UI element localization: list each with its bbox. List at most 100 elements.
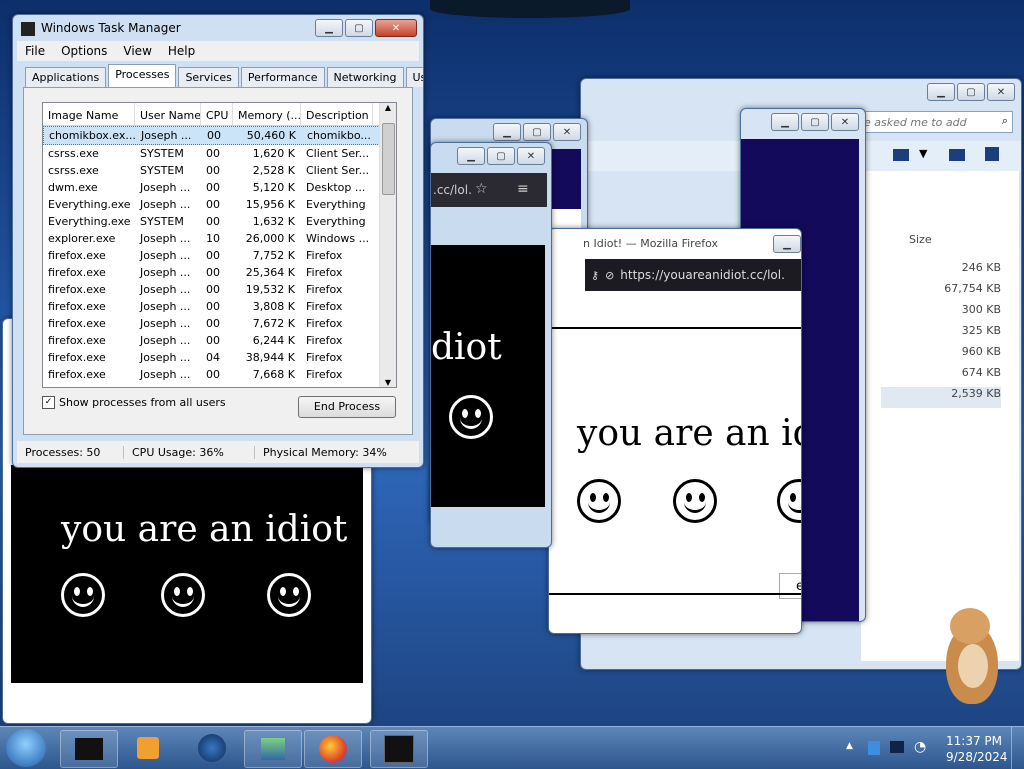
close-button[interactable]: ✕ [517,147,545,165]
taskbar-item-app[interactable] [60,730,118,768]
process-list[interactable]: Image Name User Name CPU Memory (... Des… [42,102,397,388]
minimize-button[interactable]: ▁ [773,235,801,253]
taskbar-item-firefox[interactable] [304,730,362,768]
tray-bluetooth-icon[interactable] [868,741,880,755]
task-manager-window[interactable]: Windows Task Manager ▁ ▢ ✕ File Options … [12,14,424,468]
explorer-search-box[interactable]: ⌕ [851,111,1013,133]
size-column-header[interactable]: Size [909,233,932,246]
close-button[interactable]: ✕ [553,123,581,141]
tab-applications[interactable]: Applications [25,67,107,87]
menu-help[interactable]: Help [168,44,195,58]
scroll-down-arrow[interactable]: ▼ [380,378,396,387]
minimize-button[interactable]: ▁ [927,83,955,101]
scroll-up-arrow[interactable]: ▲ [380,103,396,112]
close-button[interactable]: ✕ [987,83,1015,101]
url-text[interactable]: https://youareanidiot.cc/lol. [620,268,785,282]
table-row[interactable]: csrss.exe SYSTEM 00 2,528 K Client Ser... [43,162,396,179]
show-desktop-button[interactable] [1011,727,1024,769]
table-row[interactable]: firefox.exe Joseph ... 00 7,752 K Firefox [43,247,396,264]
chevron-down-icon[interactable]: ▼ [919,147,927,160]
table-row[interactable]: Everything.exe Joseph ... 00 15,956 K Everyt… [43,196,396,213]
taskbar-item-globe[interactable] [184,730,240,766]
maximize-button[interactable]: ▢ [957,83,985,101]
end-process-button[interactable]: End Process [298,396,396,418]
table-row[interactable]: firefox.exe Joseph ... 04 38,944 K Firefox [43,349,396,366]
permissions-icon[interactable]: ⚷ [591,269,599,282]
next-button[interactable]: ext [779,573,801,599]
table-cell: 7,752 K [252,249,295,262]
close-button[interactable]: ✕ [831,113,859,131]
column-user-name[interactable]: User Name [135,103,201,125]
table-cell: Joseph ... [140,232,191,245]
tab-networking[interactable]: Networking [326,67,404,87]
search-input[interactable] [852,112,986,132]
search-icon[interactable]: ⌕ [1002,114,1008,128]
maximize-button[interactable]: ▢ [487,147,515,165]
menu-icon[interactable]: ≡ [517,181,529,197]
help-icon[interactable] [985,147,999,161]
view-icon[interactable] [893,149,909,161]
black-content: you are an idiot [11,465,363,683]
scrollbar[interactable]: ▲ ▼ [379,103,396,387]
clock-time[interactable]: 11:37 PM [946,734,1002,748]
tray-display-icon[interactable] [890,741,904,753]
table-row[interactable]: firefox.exe Joseph ... 00 6,244 K Firefox [43,332,396,349]
minimize-button[interactable]: ▁ [771,113,799,131]
tray-overflow-icon[interactable]: ▲ [846,741,853,751]
taskbar-item-task-manager[interactable] [370,730,428,768]
tray-network-icon[interactable]: ◔ [914,739,926,755]
tracking-icon[interactable]: ⊘ [605,269,614,282]
table-row[interactable]: firefox.exe Joseph ... 00 7,672 K Firefox [43,315,396,332]
table-cell: 15,956 K [245,198,295,211]
menu-options[interactable]: Options [61,44,107,58]
show-all-users-checkbox-row[interactable]: ✓ Show processes from all users [42,396,226,409]
menu-view[interactable]: View [123,44,151,58]
start-button[interactable] [6,729,46,767]
close-button[interactable]: ✕ [375,19,417,37]
url-bar[interactable]: ⚷ ⊘ https://youareanidiot.cc/lol. [585,259,801,291]
table-cell: Firefox [306,300,343,313]
table-cell: csrss.exe [48,164,99,177]
table-row[interactable]: Everything.exe SYSTEM 00 1,632 K Everything [43,213,396,230]
table-cell: 00 [206,198,220,211]
column-cpu[interactable]: CPU [201,103,233,125]
preview-icon[interactable] [949,149,965,161]
url-text[interactable]: .cc/lol. [433,183,472,197]
tab-users[interactable]: Users [405,67,423,87]
maximize-button[interactable]: ▢ [523,123,551,141]
column-description[interactable]: Description [301,103,373,125]
star-icon[interactable]: ☆ [475,181,488,197]
clock-date[interactable]: 9/28/2024 [946,750,1008,764]
taskbar-item-chart[interactable] [244,730,302,768]
url-bar[interactable]: .cc/lol. ☆ ≡ [431,173,547,207]
globe-icon [198,734,226,762]
table-row[interactable]: firefox.exe Joseph ... 00 25,364 K Firefox [43,264,396,281]
maximize-button[interactable]: ▢ [345,19,373,37]
menu-file[interactable]: File [25,44,45,58]
table-row[interactable]: firefox.exe Joseph ... 00 3,808 K Firefox [43,298,396,315]
table-row[interactable]: explorer.exe Joseph ... 10 26,000 K Windows … [43,230,396,247]
smiley-icon [777,479,801,523]
column-image-name[interactable]: Image Name [43,103,135,125]
table-row[interactable]: dwm.exe Joseph ... 00 5,120 K Desktop ... [43,179,396,196]
maximize-button[interactable]: ▢ [801,113,829,131]
tab-processes[interactable]: Processes [108,64,177,87]
firefox-idiot-window[interactable]: n Idiot! — Mozilla Firefox ▁ ⚷ ⊘ https:/… [548,228,802,634]
tab-services[interactable]: Services [178,67,239,87]
minimize-button[interactable]: ▁ [493,123,521,141]
taskbar-item-media[interactable] [120,730,176,766]
tab-performance[interactable]: Performance [240,67,325,87]
column-memory[interactable]: Memory (... [233,103,301,125]
table-row[interactable]: firefox.exe Joseph ... 00 19,532 K Firefox [43,281,396,298]
checkbox-icon[interactable]: ✓ [42,396,55,409]
table-row[interactable]: chomikbox.ex... Joseph ... 00 50,460 K chomi… [43,126,396,145]
size-cell: 2,539 KB [881,387,1001,408]
table-row[interactable]: firefox.exe Joseph ... 00 7,668 K Firefox [43,366,396,383]
scroll-thumb[interactable] [382,123,395,195]
table-row[interactable]: csrss.exe SYSTEM 00 1,620 K Client Ser... [43,145,396,162]
minimize-button[interactable]: ▁ [315,19,343,37]
window-controls: ▁ ▢ ✕ [315,19,417,37]
table-cell: dwm.exe [48,181,98,194]
firefox-idiot-window-dark[interactable]: ▁ ▢ ✕ .cc/lol. ☆ ≡ diot [430,142,552,548]
minimize-button[interactable]: ▁ [457,147,485,165]
